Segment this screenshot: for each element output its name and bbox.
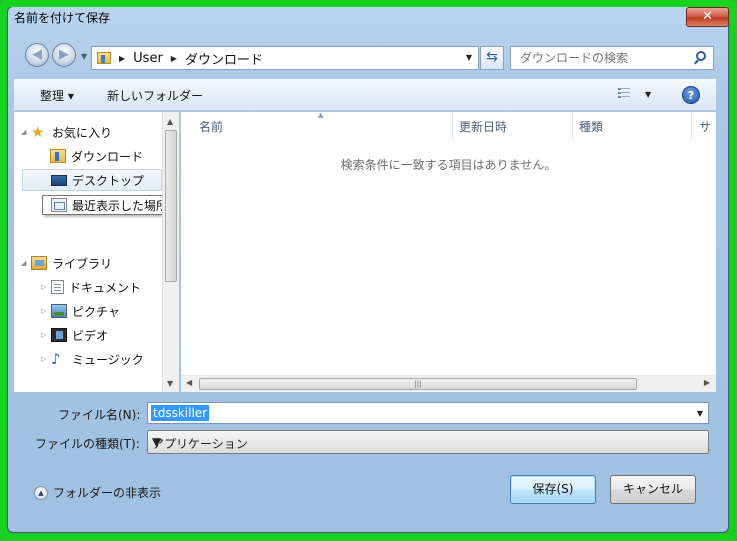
downloads-folder-icon [50,149,66,163]
sidebar-item-music[interactable]: ▷ ♪ ミュージック [14,348,162,370]
filename-field[interactable]: tdsskiller ▼ [147,402,709,424]
sidebar-item-videos[interactable]: ▷ ビデオ [14,324,162,346]
forward-button[interactable]: ▶ [52,43,76,67]
collapse-up-icon[interactable]: ▲ [34,485,48,500]
chevron-right-icon[interactable]: ▶ [119,54,125,63]
new-folder-button[interactable]: 新しいフォルダー [107,87,203,104]
cancel-button[interactable]: キャンセル [610,475,696,504]
desktop-icon [51,174,67,186]
sidebar-item-label: ビデオ [72,328,109,343]
filetype-label: ファイルの種類(T): [35,437,140,451]
refresh-button[interactable]: ⇆ [480,46,504,70]
column-header-modified[interactable]: 更新日時 [459,118,507,135]
column-divider[interactable] [691,112,692,140]
search-box[interactable] [510,46,714,70]
document-icon [51,280,64,294]
expand-arrow-icon[interactable]: ▷ [41,307,49,315]
filetype-select[interactable]: アプリケーション ▼ [147,430,709,454]
search-input[interactable] [520,47,695,68]
pictures-icon [51,304,67,318]
sidebar-item-libraries[interactable]: ◢ ライブラリ [14,252,162,274]
sort-ascending-icon: ▲ [318,111,324,119]
empty-list-message: 検索条件に一致する項目はありません。 [340,158,557,172]
sidebar-item-favorites[interactable]: ◢ ★ お気に入り [14,121,162,143]
expand-arrow-icon[interactable]: ◢ [21,259,29,267]
sidebar-item-pictures[interactable]: ▷ ピクチャ [14,300,162,322]
forward-arrow-icon: ▶ [59,47,69,62]
sidebar-item-label: ピクチャ [72,304,120,319]
scrollbar-thumb[interactable] [165,130,177,282]
expand-arrow-icon[interactable]: ▷ [41,331,49,339]
expand-arrow-icon[interactable]: ◢ [21,128,29,136]
breadcrumb-downloads[interactable]: ダウンロード [185,49,263,68]
view-dropdown-icon[interactable]: ▼ [645,90,651,99]
window-title: 名前を付けて保存 [14,11,111,25]
sidebar-item-label: お気に入り [52,125,113,140]
column-header-type[interactable]: 種類 [579,118,603,135]
sidebar-item-label: ドキュメント [69,280,142,295]
tooltip: 最近表示した場所 [42,195,176,215]
close-button[interactable]: ✕ [686,7,729,27]
view-options-icon[interactable] [618,88,630,99]
music-icon: ♪ [51,350,61,368]
back-arrow-icon: ◀ [32,47,42,62]
filename-dropdown-icon[interactable]: ▼ [697,409,703,418]
column-divider[interactable] [572,112,573,140]
help-icon[interactable]: ? [682,86,700,104]
recent-pages-dropdown[interactable]: ▼ [81,52,87,61]
scroll-down-icon[interactable]: ▼ [167,379,173,388]
recent-places-icon [51,198,67,212]
navigation-pane[interactable]: ◢ ★ お気に入り ダウンロード デスクトップ ◢ ライブラリ ▷ ドキュメント… [14,112,179,392]
chevron-right-icon[interactable]: ▶ [171,54,177,63]
search-icon[interactable] [696,51,706,61]
filetype-dropdown-icon[interactable]: ▼ [152,435,703,449]
address-bar[interactable]: ▶ User ▶ ダウンロード ▼ [91,46,479,70]
expand-arrow-icon[interactable]: ▷ [41,355,49,363]
expand-arrow-icon[interactable]: ▷ [41,283,49,291]
folder-icon [97,52,111,64]
file-list[interactable]: ▲ 名前 更新日時 種類 サ 検索条件に一致する項目はありません。 ◀ ||| … [181,111,716,392]
sidebar-item-label: ダウンロード [71,149,144,164]
sidebar-item-downloads[interactable]: ダウンロード [14,145,162,167]
save-button[interactable]: 保存(S) [510,475,596,504]
sidebar-item-label: ミュージック [72,352,144,367]
back-button[interactable]: ◀ [25,43,49,67]
filename-value[interactable]: tdsskiller [151,405,210,421]
scrollbar-thumb[interactable]: ||| [199,378,637,390]
star-icon: ★ [31,123,45,141]
file-list-scrollbar[interactable]: ◀ ||| ▶ [181,375,716,392]
sidebar-item-documents[interactable]: ▷ ドキュメント [14,276,162,298]
refresh-icon: ⇆ [486,49,498,65]
column-divider[interactable] [452,112,453,140]
sidebar-item-label: ライブラリ [52,256,113,271]
column-header-name[interactable]: 名前 [199,118,223,135]
scroll-right-icon[interactable]: ▶ [704,378,710,387]
scroll-up-icon[interactable]: ▲ [167,117,173,126]
sidebar-item-label: デスクトップ [72,173,145,188]
scroll-left-icon[interactable]: ◀ [186,378,192,387]
hide-folders-toggle[interactable]: ▲ フォルダーの非表示 [34,484,161,501]
nav-pane-scrollbar[interactable]: ▲ ▼ [162,112,179,392]
command-toolbar: 整理 ▾ 新しいフォルダー ▼ ? [14,79,716,111]
breadcrumb-user[interactable]: User [133,51,163,66]
filename-label: ファイル名(N): [58,408,141,422]
column-header-size[interactable]: サ [699,118,711,135]
organize-menu[interactable]: 整理 ▾ [40,87,74,104]
video-icon [51,328,67,342]
sidebar-item-recent-places[interactable]: 最近表示した場所 [51,194,175,216]
address-dropdown-icon[interactable]: ▼ [466,53,472,62]
sidebar-item-desktop[interactable]: デスクトップ [22,169,162,191]
library-icon [31,256,47,270]
sidebar-item-label: 最近表示した場所 [72,198,169,213]
hide-folders-label: フォルダーの非表示 [53,486,162,500]
